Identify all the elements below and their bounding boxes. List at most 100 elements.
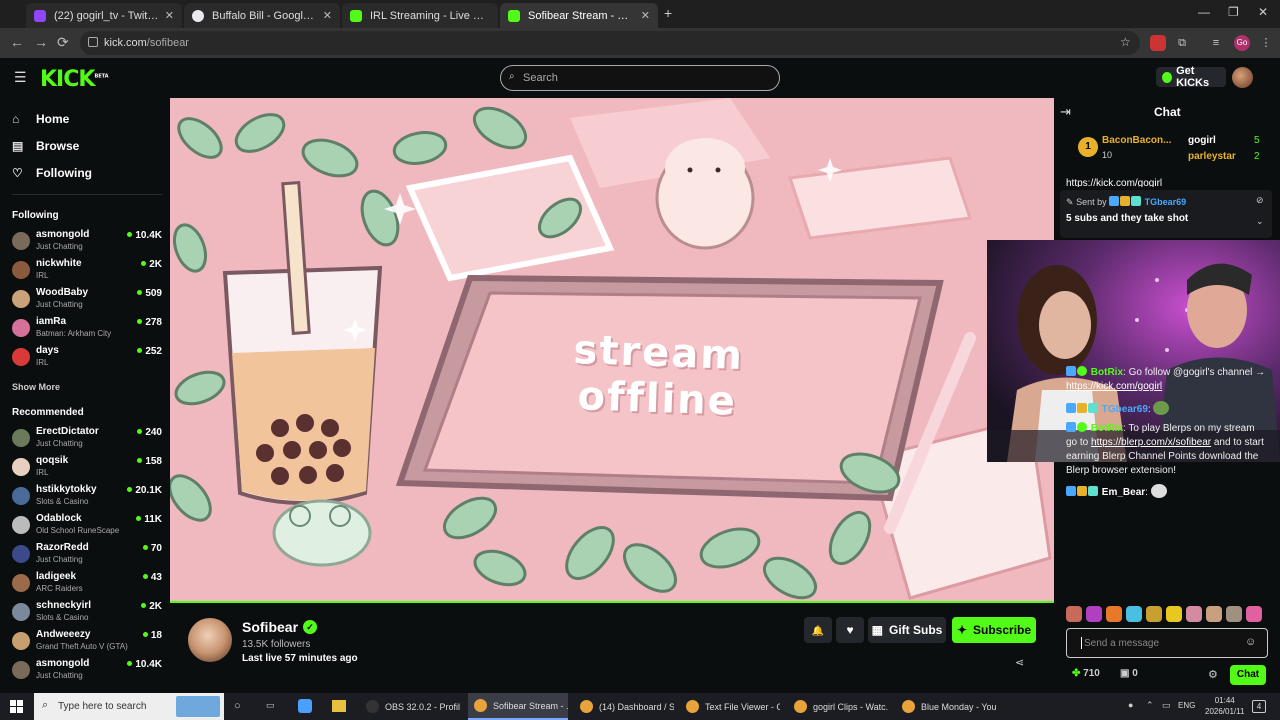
leader-name[interactable]: parleystar: [1188, 151, 1236, 162]
pinned-message[interactable]: ✎ Sent by TGbear69 5 subs and they take …: [1060, 190, 1272, 238]
user-avatar[interactable]: [1232, 67, 1253, 88]
chat-link[interactable]: https://blerp.com/x/sofibear: [1091, 437, 1211, 448]
close-tab-icon[interactable]: ✕: [165, 9, 174, 22]
back-button[interactable]: ←: [10, 34, 24, 50]
sidebar-channel[interactable]: Odablock Old School RuneScape 11K: [12, 513, 162, 539]
media-controls-icon[interactable]: ≡: [1208, 35, 1224, 51]
unpin-icon[interactable]: ⊘: [1256, 195, 1264, 206]
browser-menu-icon[interactable]: ⋮: [1258, 35, 1274, 51]
sidebar-channel[interactable]: ladigeek ARC Raiders 43: [12, 571, 162, 597]
sidebar-channel[interactable]: days IRL 252: [12, 345, 162, 371]
sidebar-channel[interactable]: qoqsik IRL 158: [12, 455, 162, 481]
chat-settings-icon[interactable]: ⚙: [1208, 668, 1218, 681]
sidebar-channel[interactable]: asmongold Just Chatting 10.4K: [12, 229, 162, 255]
close-window-button[interactable]: ✕: [1258, 5, 1268, 19]
chat-username[interactable]: Em_Bear: [1102, 487, 1145, 498]
chat-link[interactable]: https://kick.com/gogirl: [1066, 381, 1162, 392]
taskbar-app[interactable]: Blue Monday - You...: [896, 693, 996, 720]
nav-browse[interactable]: ▤ Browse: [12, 139, 79, 153]
file-explorer-icon[interactable]: [332, 700, 346, 712]
extension-icon[interactable]: [1150, 35, 1166, 51]
notifications-icon[interactable]: 4: [1252, 700, 1266, 713]
show-more-button[interactable]: Show More: [12, 382, 60, 392]
chat-username[interactable]: TGbear69: [1102, 404, 1148, 415]
sidebar-channel[interactable]: ErectDictator Just Chatting 240: [12, 426, 162, 452]
url-input[interactable]: kick.com/sofibear ☆: [80, 31, 1140, 55]
chat-username[interactable]: BotRix: [1091, 367, 1123, 378]
emoji-icon[interactable]: ☺: [1245, 636, 1256, 648]
emote-icon[interactable]: [1166, 606, 1182, 622]
site-info-icon[interactable]: [88, 37, 98, 47]
drops-indicator[interactable]: ▣ 0: [1120, 668, 1138, 679]
taskbar-app[interactable]: gogirl Clips - Watc...: [788, 693, 888, 720]
chat-message-input[interactable]: Send a message ☺: [1066, 628, 1268, 658]
taskbar-app[interactable]: OBS 32.0.2 - Profile:...: [360, 693, 460, 720]
chat-username[interactable]: BotRix: [1091, 423, 1123, 434]
channel-avatar[interactable]: [188, 618, 232, 662]
notification-bell-button[interactable]: 🔔: [804, 617, 832, 643]
sidebar-channel[interactable]: WoodBaby Just Chatting 509: [12, 287, 162, 313]
chat-link[interactable]: https://kick.com/gogirl: [1066, 178, 1162, 187]
new-tab-button[interactable]: +: [664, 5, 672, 21]
emote-icon[interactable]: [1186, 606, 1202, 622]
browser-tab-google[interactable]: Buffalo Bill - Google Search ✕: [184, 3, 340, 28]
clock[interactable]: 01:44 2026/01/11: [1205, 695, 1244, 717]
subscribe-button[interactable]: ✦ Subscribe: [952, 617, 1036, 643]
nav-home[interactable]: ⌂ Home: [12, 112, 69, 126]
browser-tab-sofibear[interactable]: Sofibear Stream - Watch Live on ✕: [500, 3, 658, 28]
pinned-user[interactable]: TGbear69: [1145, 197, 1187, 207]
leader-name[interactable]: gogirl: [1188, 135, 1216, 146]
taskbar-search-input[interactable]: ⌕ Type here to search: [34, 693, 224, 720]
share-icon[interactable]: ⋖: [1015, 656, 1024, 669]
chevron-down-icon[interactable]: ⌄: [1256, 216, 1264, 227]
network-icon[interactable]: ▭: [1162, 700, 1171, 711]
sidebar-channel[interactable]: asmongold Just Chatting 10.4K: [12, 658, 162, 684]
extensions-puzzle-icon[interactable]: ⧉: [1174, 35, 1190, 51]
sidebar-channel[interactable]: Andweeezy Grand Theft Auto V (GTA) 18: [12, 629, 162, 655]
video-player[interactable]: stream offline: [170, 98, 1054, 603]
kick-logo[interactable]: KICKBETA: [40, 67, 109, 92]
follow-heart-button[interactable]: ♥: [836, 617, 864, 643]
sidebar-channel[interactable]: hstikkytokky Slots & Casino 20.1K: [12, 484, 162, 510]
microphone-icon[interactable]: ●: [1128, 700, 1133, 710]
collapse-chat-icon[interactable]: ⇥: [1060, 104, 1071, 120]
sidebar-channel[interactable]: schneckyirl Slots & Casino 2K: [12, 600, 162, 626]
copilot-icon[interactable]: [298, 699, 312, 713]
get-kicks-button[interactable]: Get KICKs: [1156, 65, 1226, 89]
windows-start-icon[interactable]: [10, 700, 23, 713]
emote-icon[interactable]: [1126, 606, 1142, 622]
emote-icon[interactable]: [1146, 606, 1162, 622]
emote-icon[interactable]: [1106, 606, 1122, 622]
nav-following[interactable]: ♡ Following: [12, 166, 92, 180]
close-tab-icon[interactable]: ✕: [641, 9, 650, 22]
sidebar-channel[interactable]: nickwhite IRL 2K: [12, 258, 162, 284]
reload-button[interactable]: ⟳: [57, 34, 69, 51]
sidebar-channel[interactable]: iamRa Batman: Arkham City 278: [12, 316, 162, 342]
taskbar-app[interactable]: Text File Viewer - G...: [680, 693, 780, 720]
maximize-button[interactable]: ❐: [1228, 5, 1239, 19]
send-chat-button[interactable]: Chat: [1230, 665, 1266, 685]
multitask-icon[interactable]: ▭: [266, 700, 275, 711]
gift-subs-button[interactable]: ▦ Gift Subs: [868, 617, 946, 643]
task-view-icon[interactable]: ○: [234, 700, 241, 712]
emote-icon[interactable]: [1246, 606, 1262, 622]
profile-avatar[interactable]: Go: [1234, 35, 1250, 51]
emote-icon[interactable]: [1226, 606, 1242, 622]
bookmark-star-icon[interactable]: ☆: [1120, 35, 1131, 49]
channel-name[interactable]: Sofibear: [242, 619, 298, 635]
language-indicator[interactable]: ENG: [1178, 701, 1195, 710]
browser-tab-twitch[interactable]: (22) gogirl_tv - Twitch ✕: [26, 3, 182, 28]
leader-name[interactable]: BaconBacon...: [1102, 135, 1171, 146]
system-tray-icon[interactable]: ⌃: [1146, 700, 1154, 711]
emote-icon[interactable]: [1086, 606, 1102, 622]
browser-tab-irl[interactable]: IRL Streaming - Live Streams on: [342, 3, 498, 28]
taskbar-app[interactable]: (14) Dashboard / St...: [574, 693, 674, 720]
emote-icon[interactable]: [1206, 606, 1222, 622]
channel-points[interactable]: ✤ 710: [1072, 668, 1100, 679]
minimize-button[interactable]: —: [1198, 5, 1210, 19]
hamburger-menu-icon[interactable]: ☰: [14, 69, 27, 86]
search-input[interactable]: ⌕ Search: [500, 65, 780, 91]
emote-icon[interactable]: [1066, 606, 1082, 622]
sidebar-channel[interactable]: RazorRedd Just Chatting 70: [12, 542, 162, 568]
taskbar-app[interactable]: Sofibear Stream - ...: [468, 693, 568, 720]
